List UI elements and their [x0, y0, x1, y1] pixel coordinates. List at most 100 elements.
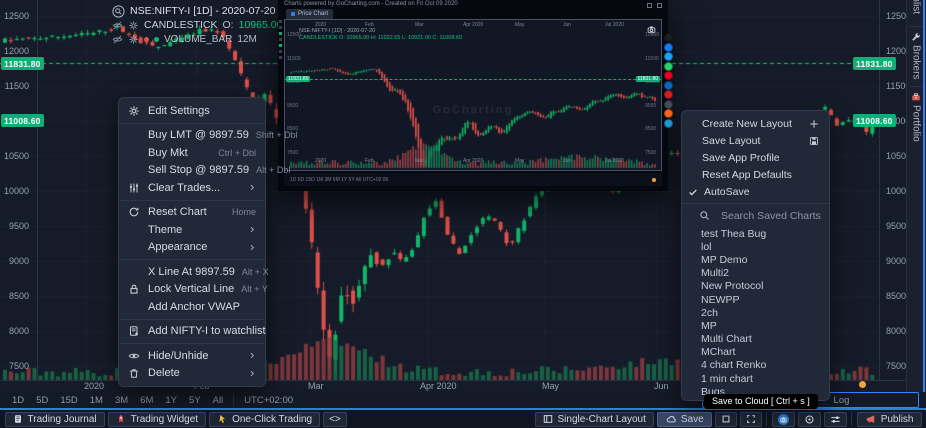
publish-button[interactable]: Publish — [857, 412, 922, 427]
saved-chart-item[interactable]: New Protocol — [682, 280, 829, 293]
timeframe-button[interactable]: 1D — [6, 395, 30, 406]
preview-month-label: Jul 2020 — [605, 158, 624, 164]
button-label: Trading Journal — [28, 414, 97, 425]
gear-icon — [127, 105, 141, 117]
menu-divider — [119, 200, 265, 201]
trash-icon — [127, 367, 141, 379]
menu-item-label: Delete — [148, 367, 241, 379]
menu-item-label: Hide/Unhide — [148, 350, 241, 362]
saved-chart-item[interactable]: MP — [682, 319, 829, 332]
single-chart-layout-button[interactable]: Single-Chart Layout — [535, 412, 654, 427]
log-scale-toggle[interactable]: Log — [834, 395, 850, 406]
tab-brokers[interactable]: Brokers — [907, 32, 925, 79]
menu-item-autosave[interactable]: AutoSave — [682, 183, 829, 200]
screenshot-frame-button[interactable] — [715, 412, 737, 427]
preview-price-tick: 12500 — [287, 32, 301, 38]
menu-item-save-layout[interactable]: Save Layout — [682, 132, 829, 149]
menu-item-hide-unhide[interactable]: Hide/Unhide — [119, 347, 265, 365]
trading-widget-button[interactable]: Trading Widget — [108, 412, 206, 427]
saved-chart-item[interactable]: NEWPP — [682, 293, 829, 306]
save-button[interactable]: Save — [657, 412, 712, 427]
menu-item-buy-mkt[interactable]: Buy Mkt Ctrl + Dbl — [119, 144, 265, 162]
target-button[interactable] — [798, 412, 821, 427]
timeframe-button[interactable]: 1Y — [159, 395, 183, 406]
briefcase-icon — [911, 92, 921, 102]
timeframe-button[interactable]: 5D — [30, 395, 54, 406]
share-icon[interactable] — [664, 90, 673, 99]
timezone-label[interactable]: UTC+02:00 — [244, 395, 293, 406]
timeframe-button[interactable]: 3M — [109, 395, 134, 406]
menu-item-x-line[interactable]: X Line At 9897.59 Alt + X — [119, 263, 265, 281]
share-icon[interactable] — [664, 81, 673, 90]
menu-shortcut: Alt + Y — [241, 284, 268, 294]
saved-chart-item[interactable]: MChart — [682, 346, 829, 359]
x-axis-label: Mar — [308, 381, 324, 391]
search-row — [682, 203, 829, 227]
menu-item-appearance[interactable]: Appearance — [119, 239, 265, 257]
code-button[interactable]: <> — [323, 412, 347, 427]
snapshot-button[interactable] — [772, 412, 795, 427]
menu-item-delete[interactable]: Delete — [119, 365, 265, 383]
tune-button[interactable] — [824, 412, 847, 427]
menu-item-add-watchlist[interactable]: Add NIFTY-I to watchlist — [119, 323, 265, 341]
hide-volume-icon[interactable] — [112, 34, 123, 45]
menu-item-label: Buy Mkt — [148, 147, 211, 159]
menu-item-save-app-profile[interactable]: Save App Profile — [682, 149, 829, 166]
menu-item-reset-chart[interactable]: Reset Chart Home — [119, 204, 265, 222]
timeframe-button[interactable]: 15D — [54, 395, 83, 406]
symbol-search-icon[interactable] — [112, 5, 125, 18]
tab-portfolio[interactable]: Portfolio — [907, 92, 925, 142]
share-icon[interactable] — [664, 33, 673, 42]
trading-journal-button[interactable]: Trading Journal — [5, 412, 105, 427]
expand-icon[interactable] — [647, 3, 652, 8]
floppy-icon — [809, 136, 819, 146]
menu-item-buy-lmt[interactable]: Buy LMT @ 9897.59 Shift + Dbl — [119, 127, 265, 145]
menu-item-create-layout[interactable]: Create New Layout — [682, 115, 829, 132]
menu-item-edit-settings[interactable]: Edit Settings — [119, 102, 265, 120]
share-icon[interactable] — [664, 52, 673, 61]
search-saved-charts-input[interactable] — [719, 209, 824, 223]
preview-toolbar-strip — [279, 20, 283, 59]
tab-price-chart[interactable]: Price Chart — [286, 9, 333, 19]
share-icon[interactable] — [664, 71, 673, 80]
share-icon[interactable] — [664, 100, 673, 109]
fullscreen-button[interactable] — [740, 412, 762, 427]
menu-item-clear-trades[interactable]: Clear Trades... — [119, 179, 265, 197]
share-buttons — [664, 33, 673, 128]
timeframe-button[interactable]: All — [207, 395, 230, 406]
share-icon[interactable] — [664, 109, 673, 118]
tab-watchlist[interactable]: Watchlist — [907, 0, 925, 14]
bottom-toolbar: Trading Journal Trading Widget One-Click… — [0, 408, 926, 428]
one-click-trading-button[interactable]: One-Click Trading — [209, 412, 320, 427]
timeframe-button[interactable]: 6M — [134, 395, 159, 406]
alert-line — [285, 79, 661, 80]
symbol-title[interactable]: NSE:NIFTY-I [1D] - 2020-07-20 — [130, 5, 276, 17]
saved-chart-item[interactable]: lol — [682, 240, 829, 253]
series-settings-gear-icon[interactable] — [128, 20, 139, 31]
share-icon[interactable] — [664, 119, 673, 128]
saved-chart-item[interactable]: 1 min chart — [682, 372, 829, 385]
share-icon[interactable] — [664, 43, 673, 52]
saved-chart-item[interactable]: Multi Chart — [682, 333, 829, 346]
price-tick-label: 8500 — [0, 278, 34, 313]
share-icon[interactable] — [664, 62, 673, 71]
saved-chart-item[interactable]: test Thea Bug — [682, 227, 829, 240]
menu-item-reset-app-defaults[interactable]: Reset App Defaults — [682, 166, 829, 183]
volume-settings-gear-icon[interactable] — [128, 34, 139, 45]
saved-chart-item[interactable]: 4 chart Renko — [682, 359, 829, 372]
timeframe-button[interactable]: 5Y — [183, 395, 207, 406]
chart-icon — [291, 12, 295, 16]
saved-chart-item[interactable]: MP Demo — [682, 253, 829, 266]
close-icon[interactable] — [657, 3, 662, 8]
menu-item-label: Reset Chart — [148, 206, 225, 218]
camera-icon — [778, 414, 789, 425]
menu-item-sell-stop[interactable]: Sell Stop @ 9897.59 Alt + Dbl — [119, 162, 265, 180]
menu-item-anchor-vwap[interactable]: Add Anchor VWAP — [119, 298, 265, 316]
menu-item-label: X Line At 9897.59 — [148, 266, 235, 278]
menu-item-theme[interactable]: Theme — [119, 221, 265, 239]
timeframe-button[interactable]: 1M — [84, 395, 109, 406]
hide-series-icon[interactable] — [112, 20, 123, 31]
saved-chart-item[interactable]: 2ch — [682, 306, 829, 319]
saved-chart-item[interactable]: Multi2 — [682, 267, 829, 280]
menu-item-lock-vertical[interactable]: Lock Vertical Line Alt + Y — [119, 281, 265, 299]
